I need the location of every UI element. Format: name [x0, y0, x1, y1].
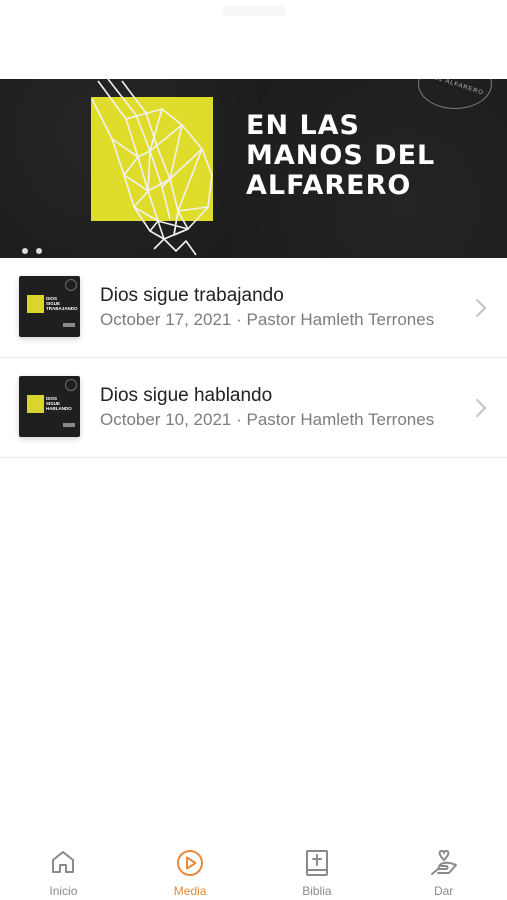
- chevron-right-icon: [476, 299, 486, 317]
- bottom-tab-bar: Inicio Media Biblia Dar: [0, 837, 507, 900]
- sermon-item[interactable]: DIOS SIGUE HABLANDO Dios sigue hablando …: [0, 358, 507, 458]
- sermon-thumbnail: DIOS SIGUE HABLANDO: [19, 376, 80, 437]
- sermon-thumbnail: DIOS SIGUE TRABAJANDO: [19, 276, 80, 337]
- tab-label: Biblia: [302, 884, 332, 898]
- tab-label: Dar: [433, 884, 454, 898]
- tab-inicio[interactable]: Inicio: [0, 837, 127, 900]
- home-icon: [52, 851, 75, 873]
- status-bar: [0, 0, 507, 79]
- giving-hand-icon: [430, 849, 457, 875]
- sermon-list: DIOS SIGUE TRABAJANDO Dios sigue trabaja…: [0, 258, 507, 458]
- sermon-title: Dios sigue hablando: [100, 385, 273, 406]
- thumbnail-ring-graphic: [65, 379, 77, 391]
- thumbnail-title: DIOS SIGUE TRABAJANDO: [46, 296, 78, 311]
- thumbnail-title: DIOS SIGUE HABLANDO: [46, 396, 72, 411]
- carousel-dot[interactable]: [36, 248, 42, 254]
- tab-label: Inicio: [49, 884, 78, 898]
- thumbnail-ring-graphic: [65, 279, 77, 291]
- praying-hands-icon: [91, 79, 213, 256]
- thumbnail-logo: [63, 423, 75, 427]
- banner-title: EN LAS MANOS DEL ALFARERO: [246, 110, 436, 201]
- carousel-dots[interactable]: [22, 248, 42, 254]
- tab-biblia[interactable]: Biblia: [254, 837, 381, 900]
- thumbnail-logo: [63, 323, 75, 327]
- sermon-title: Dios sigue trabajando: [100, 285, 284, 306]
- sermon-meta: October 17, 2021 · Pastor Hamleth Terron…: [100, 310, 435, 329]
- screen: DEL ALFARERO EN LAS MANOS DEL ALFARERO D…: [0, 0, 507, 900]
- bible-icon: [305, 850, 328, 876]
- chevron-right-icon: [476, 399, 486, 417]
- sermon-item[interactable]: DIOS SIGUE TRABAJANDO Dios sigue trabaja…: [0, 258, 507, 358]
- status-indicator: [222, 6, 286, 16]
- tab-media[interactable]: Media: [127, 837, 254, 900]
- thumbnail-yellow-square: [27, 295, 44, 313]
- tab-dar[interactable]: Dar: [380, 837, 507, 900]
- thumbnail-yellow-square: [27, 395, 44, 413]
- sermon-meta: October 10, 2021 · Pastor Hamleth Terron…: [100, 410, 435, 429]
- tab-label: Media: [173, 884, 207, 898]
- carousel-dot[interactable]: [22, 248, 28, 254]
- play-circle-icon: [177, 850, 204, 876]
- series-banner[interactable]: DEL ALFARERO EN LAS MANOS DEL ALFARERO: [0, 79, 507, 258]
